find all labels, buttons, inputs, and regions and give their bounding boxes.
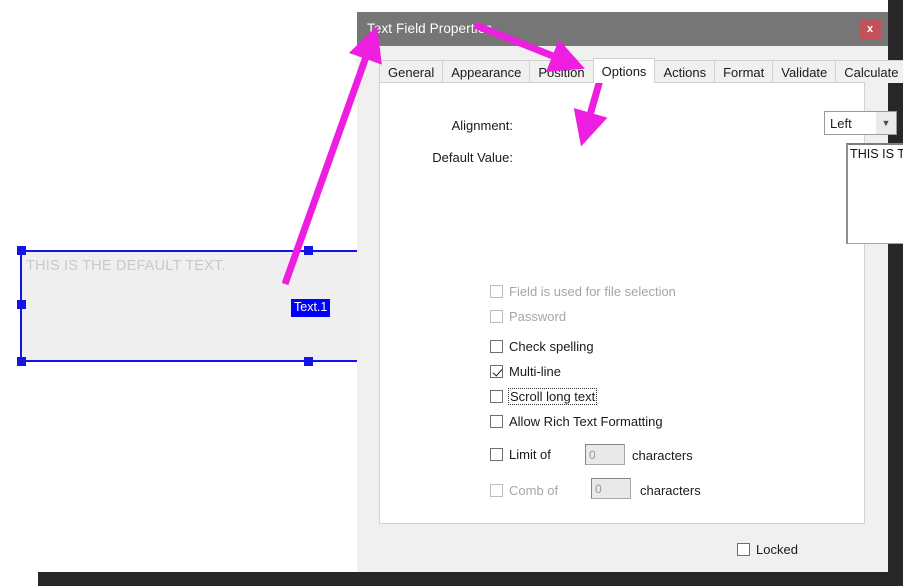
checkbox-row-locked[interactable]: Locked <box>737 542 798 557</box>
tab-label: Validate <box>781 64 828 80</box>
tab-options[interactable]: Options <box>592 58 656 83</box>
checkbox-scroll-long-text[interactable] <box>490 390 503 403</box>
limit-of-value: 0 <box>589 447 596 462</box>
alignment-select[interactable]: Left ▼ <box>824 111 897 135</box>
limit-of-suffix: characters <box>632 448 693 463</box>
checkbox-label: Limit of <box>509 447 551 462</box>
default-value-text: THIS IS THE DEFAULT TEXT. <box>850 147 903 161</box>
checkbox-row-multi-line[interactable]: Multi-line <box>490 364 561 379</box>
comb-of-value: 0 <box>595 481 602 496</box>
tab-validate[interactable]: Validate <box>772 60 837 83</box>
checkbox-check-spelling[interactable] <box>490 340 503 353</box>
dialog-titlebar[interactable]: Text Field Properties x <box>357 12 888 46</box>
checkbox-locked[interactable] <box>737 543 750 556</box>
tab-format[interactable]: Format <box>714 60 774 83</box>
checkbox-row-comb-of[interactable]: Comb of <box>490 483 558 498</box>
tab-label: Position <box>538 64 585 80</box>
text-field-properties-dialog: Text Field Properties x General Appearan… <box>357 12 903 572</box>
field-name-tooltip: Text.1 <box>291 299 331 317</box>
pdf-field-placeholder-text: THIS IS THE DEFAULT TEXT. <box>26 258 226 274</box>
tab-actions[interactable]: Actions <box>654 60 716 83</box>
checkbox-row-check-spelling[interactable]: Check spelling <box>490 339 594 354</box>
locked-label: Locked <box>756 542 798 557</box>
comb-of-suffix: characters <box>640 483 701 498</box>
checkbox-row-scroll-long-text[interactable]: Scroll long text <box>490 388 598 405</box>
dialog-tabstrip: General Appearance Position Options Acti… <box>379 58 903 83</box>
limit-of-input[interactable]: 0 <box>585 444 625 465</box>
chevron-down-icon[interactable]: ▼ <box>876 112 896 134</box>
tab-label: Options <box>601 63 647 79</box>
checkbox-comb-of[interactable] <box>490 484 503 497</box>
screen: THIS IS THE DEFAULT TEXT. Text.1 Text Fi… <box>0 0 903 586</box>
tab-label: General <box>388 64 435 80</box>
alignment-selected-value: Left <box>830 115 852 131</box>
selection-handle-bottom-middle[interactable] <box>304 357 313 366</box>
checkbox-row-file-selection[interactable]: Field is used for file selection <box>490 284 676 299</box>
selection-handle-bottom-left[interactable] <box>17 357 26 366</box>
checkbox-label: Allow Rich Text Formatting <box>509 414 663 429</box>
checkbox-label: Field is used for file selection <box>509 284 676 299</box>
checkbox-label: Multi-line <box>509 364 562 379</box>
tab-position[interactable]: Position <box>529 60 594 83</box>
tab-calculate[interactable]: Calculate <box>835 60 903 83</box>
tab-label: Calculate <box>844 64 899 80</box>
desktop-background-right <box>888 0 903 586</box>
checkbox-label: Password <box>509 309 567 324</box>
checkbox-row-rich-text[interactable]: Allow Rich Text Formatting <box>490 414 663 429</box>
checkbox-row-limit-of[interactable]: Limit of <box>490 447 551 462</box>
checkbox-label: Check spelling <box>509 339 594 354</box>
checkbox-multi-line[interactable] <box>490 365 503 378</box>
checkbox-row-password[interactable]: Password <box>490 309 566 324</box>
default-value-textarea[interactable]: THIS IS THE DEFAULT TEXT. <box>846 143 903 244</box>
dialog-title: Text Field Properties <box>367 21 493 36</box>
checkbox-limit-of[interactable] <box>490 448 503 461</box>
checkbox-file-selection[interactable] <box>490 285 503 298</box>
comb-of-input[interactable]: 0 <box>591 478 631 499</box>
default-value-label: Default Value: <box>432 150 513 165</box>
close-x-icon[interactable]: x <box>859 19 881 39</box>
alignment-label: Alignment: <box>451 118 513 133</box>
tab-label: Actions <box>663 64 707 80</box>
checkbox-label: Comb of <box>509 483 559 498</box>
tab-appearance[interactable]: Appearance <box>442 60 531 83</box>
checkbox-allow-rich-text[interactable] <box>490 415 503 428</box>
tab-general[interactable]: General <box>379 60 444 83</box>
desktop-background-bottom <box>38 572 903 586</box>
tab-label: Format <box>723 64 765 80</box>
checkbox-password[interactable] <box>490 310 503 323</box>
tab-label: Appearance <box>451 64 522 80</box>
selection-handle-top-middle[interactable] <box>304 246 313 255</box>
selection-handle-top-left[interactable] <box>17 246 26 255</box>
selection-handle-middle-left[interactable] <box>17 300 26 309</box>
checkbox-label: Scroll long text <box>507 388 598 405</box>
